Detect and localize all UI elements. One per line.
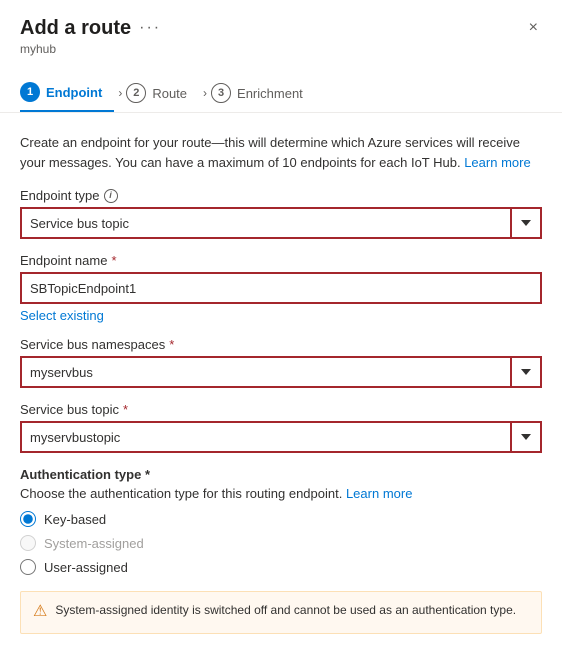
auth-required: * (145, 467, 150, 482)
step-label-enrichment: Enrichment (237, 86, 303, 101)
service-bus-namespaces-field: Service bus namespaces * myservbus (20, 337, 542, 388)
service-bus-topic-select[interactable]: myservbustopic (20, 421, 542, 453)
authentication-type-field: Authentication type * Choose the authent… (20, 467, 542, 575)
auth-type-label: Authentication type * (20, 467, 542, 482)
endpoint-type-field: Endpoint type i Service bus topic Built-… (20, 188, 542, 239)
wizard-step-route[interactable]: 2 Route (126, 75, 199, 111)
warning-box: ⚠ System-assigned identity is switched o… (20, 591, 542, 634)
endpoint-type-label: Endpoint type i (20, 188, 542, 203)
namespaces-required: * (169, 337, 174, 352)
endpoint-type-select-wrapper: Service bus topic Built-in endpoint Even… (20, 207, 542, 239)
service-bus-namespaces-select[interactable]: myservbus (20, 356, 542, 388)
service-bus-topic-field: Service bus topic * myservbustopic (20, 402, 542, 453)
endpoint-name-field: Endpoint name * Select existing (20, 253, 542, 323)
step-label-endpoint: Endpoint (46, 85, 102, 100)
radio-user-assigned-label: User-assigned (44, 560, 128, 575)
learn-more-link[interactable]: Learn more (464, 155, 530, 170)
radio-group: Key-based System-assigned User-assigned (20, 511, 542, 575)
panel-subtitle: myhub (20, 42, 542, 56)
step-circle-2: 2 (126, 83, 146, 103)
panel-header: Add a route ··· × myhub 1 Endpoint › 2 R… (0, 0, 562, 113)
radio-system-assigned-label: System-assigned (44, 536, 144, 551)
radio-user-assigned[interactable]: User-assigned (20, 559, 542, 575)
panel-options-dots[interactable]: ··· (139, 19, 161, 37)
title-left: Add a route ··· (20, 17, 161, 40)
service-bus-namespaces-select-wrapper: myservbus (20, 356, 542, 388)
wizard-step-endpoint[interactable]: 1 Endpoint (20, 74, 114, 112)
radio-system-assigned-input (20, 535, 36, 551)
radio-key-based-input[interactable] (20, 511, 36, 527)
warning-icon: ⚠ (33, 602, 47, 623)
select-existing-link[interactable]: Select existing (20, 308, 104, 323)
topic-required: * (123, 402, 128, 417)
add-route-panel: Add a route ··· × myhub 1 Endpoint › 2 R… (0, 0, 562, 654)
step-label-route: Route (152, 86, 187, 101)
auth-description: Choose the authentication type for this … (20, 486, 542, 501)
auth-learn-more-link[interactable]: Learn more (346, 486, 412, 501)
service-bus-topic-select-wrapper: myservbustopic (20, 421, 542, 453)
endpoint-name-input[interactable] (20, 272, 542, 304)
title-row: Add a route ··· × (20, 16, 542, 40)
step-circle-1: 1 (20, 82, 40, 102)
step-circle-3: 3 (211, 83, 231, 103)
warning-text: System-assigned identity is switched off… (55, 602, 516, 619)
radio-key-based[interactable]: Key-based (20, 511, 542, 527)
close-button[interactable]: × (525, 16, 542, 40)
service-bus-namespaces-label: Service bus namespaces * (20, 337, 542, 352)
step-separator-1: › (118, 86, 122, 100)
endpoint-type-select[interactable]: Service bus topic Built-in endpoint Even… (20, 207, 542, 239)
panel-title: Add a route (20, 17, 131, 40)
radio-key-based-label: Key-based (44, 512, 106, 527)
radio-user-assigned-input[interactable] (20, 559, 36, 575)
endpoint-name-label: Endpoint name * (20, 253, 542, 268)
service-bus-topic-label: Service bus topic * (20, 402, 542, 417)
radio-system-assigned: System-assigned (20, 535, 542, 551)
description-text: Create an endpoint for your route—this w… (20, 133, 542, 172)
step-separator-2: › (203, 86, 207, 100)
panel-body: Create an endpoint for your route—this w… (0, 113, 562, 654)
wizard-step-enrichment[interactable]: 3 Enrichment (211, 75, 315, 111)
endpoint-type-info-icon[interactable]: i (104, 189, 118, 203)
endpoint-name-required: * (111, 253, 116, 268)
wizard-steps: 1 Endpoint › 2 Route › 3 Enrichment (20, 64, 542, 112)
